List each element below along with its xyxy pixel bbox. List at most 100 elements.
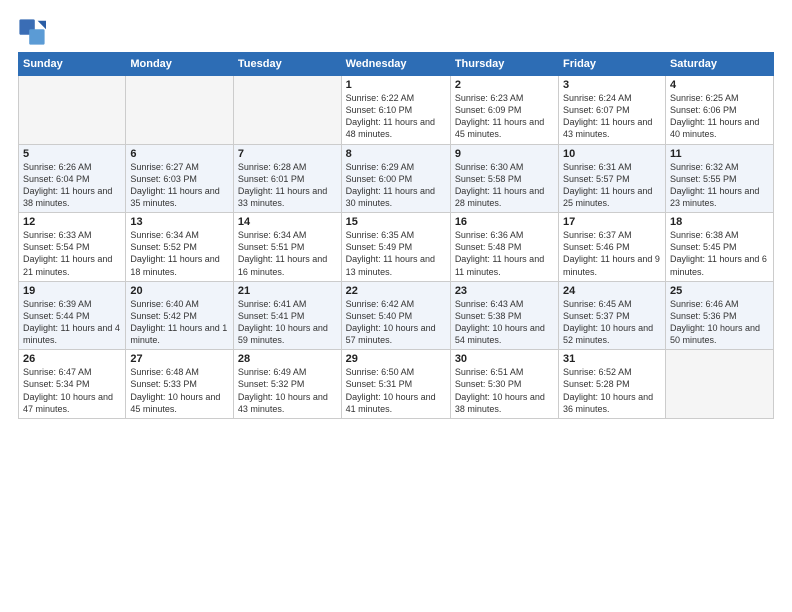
day-number: 22 bbox=[346, 285, 446, 297]
calendar-cell bbox=[665, 350, 773, 419]
calendar-cell: 25 Sunrise: 6:46 AMSunset: 5:36 PMDayligh… bbox=[665, 281, 773, 350]
calendar-cell: 4 Sunrise: 6:25 AMSunset: 6:06 PMDaylight… bbox=[665, 76, 773, 145]
day-number: 14 bbox=[238, 216, 337, 228]
day-number: 10 bbox=[563, 148, 661, 160]
calendar-cell: 23 Sunrise: 6:43 AMSunset: 5:38 PMDayligh… bbox=[450, 281, 558, 350]
calendar-cell: 15 Sunrise: 6:35 AMSunset: 5:49 PMDayligh… bbox=[341, 213, 450, 282]
day-number: 24 bbox=[563, 285, 661, 297]
calendar-cell: 27 Sunrise: 6:48 AMSunset: 5:33 PMDayligh… bbox=[126, 350, 234, 419]
day-info: Sunrise: 6:45 AMSunset: 5:37 PMDaylight:… bbox=[563, 299, 653, 345]
day-number: 18 bbox=[670, 216, 769, 228]
calendar-cell: 17 Sunrise: 6:37 AMSunset: 5:46 PMDayligh… bbox=[559, 213, 666, 282]
calendar-cell: 13 Sunrise: 6:34 AMSunset: 5:52 PMDayligh… bbox=[126, 213, 234, 282]
day-number: 4 bbox=[670, 79, 769, 91]
weekday-header: Friday bbox=[559, 53, 666, 76]
day-number: 6 bbox=[130, 148, 229, 160]
day-info: Sunrise: 6:46 AMSunset: 5:36 PMDaylight:… bbox=[670, 299, 760, 345]
day-number: 15 bbox=[346, 216, 446, 228]
day-number: 5 bbox=[23, 148, 121, 160]
calendar-cell: 21Sunrise: 6:41 AMSunset: 5:41 PMDayligh… bbox=[233, 281, 341, 350]
calendar-cell: 5 Sunrise: 6:26 AMSunset: 6:04 PMDaylight… bbox=[19, 144, 126, 213]
day-info: Sunrise: 6:43 AMSunset: 5:38 PMDaylight:… bbox=[455, 299, 545, 345]
calendar-cell: 22Sunrise: 6:42 AMSunset: 5:40 PMDayligh… bbox=[341, 281, 450, 350]
day-number: 17 bbox=[563, 216, 661, 228]
day-info: Sunrise: 6:24 AMSunset: 6:07 PMDaylight:… bbox=[563, 93, 652, 139]
day-number: 2 bbox=[455, 79, 554, 91]
day-number: 27 bbox=[130, 353, 229, 365]
day-info: Sunrise: 6:31 AMSunset: 5:57 PMDaylight:… bbox=[563, 162, 652, 208]
day-number: 11 bbox=[670, 148, 769, 160]
day-info: Sunrise: 6:23 AMSunset: 6:09 PMDaylight:… bbox=[455, 93, 544, 139]
day-number: 19 bbox=[23, 285, 121, 297]
weekday-header: Wednesday bbox=[341, 53, 450, 76]
day-info: Sunrise: 6:32 AMSunset: 5:55 PMDaylight:… bbox=[670, 162, 759, 208]
day-number: 28 bbox=[238, 353, 337, 365]
day-info: Sunrise: 6:52 AMSunset: 5:28 PMDaylight:… bbox=[563, 367, 653, 413]
day-number: 29 bbox=[346, 353, 446, 365]
calendar-cell: 24 Sunrise: 6:45 AMSunset: 5:37 PMDayligh… bbox=[559, 281, 666, 350]
day-number: 23 bbox=[455, 285, 554, 297]
day-info: Sunrise: 6:30 AMSunset: 5:58 PMDaylight:… bbox=[455, 162, 544, 208]
day-number: 31 bbox=[563, 353, 661, 365]
day-info: Sunrise: 6:25 AMSunset: 6:06 PMDaylight:… bbox=[670, 93, 759, 139]
day-number: 13 bbox=[130, 216, 229, 228]
day-info: Sunrise: 6:34 AMSunset: 5:51 PMDaylight:… bbox=[238, 230, 327, 276]
calendar-cell: 3 Sunrise: 6:24 AMSunset: 6:07 PMDaylight… bbox=[559, 76, 666, 145]
day-info: Sunrise: 6:37 AMSunset: 5:46 PMDaylight:… bbox=[563, 230, 660, 276]
day-info: Sunrise: 6:35 AMSunset: 5:49 PMDaylight:… bbox=[346, 230, 435, 276]
day-info: Sunrise: 6:22 AMSunset: 6:10 PMDaylight:… bbox=[346, 93, 435, 139]
day-info: Sunrise: 6:40 AMSunset: 5:42 PMDaylight:… bbox=[130, 299, 227, 345]
calendar-cell bbox=[19, 76, 126, 145]
calendar-cell: 20 Sunrise: 6:40 AMSunset: 5:42 PMDayligh… bbox=[126, 281, 234, 350]
day-info: Sunrise: 6:48 AMSunset: 5:33 PMDaylight:… bbox=[130, 367, 220, 413]
day-info: Sunrise: 6:27 AMSunset: 6:03 PMDaylight:… bbox=[130, 162, 219, 208]
calendar-cell: 19 Sunrise: 6:39 AMSunset: 5:44 PMDayligh… bbox=[19, 281, 126, 350]
calendar-cell: 10 Sunrise: 6:31 AMSunset: 5:57 PMDayligh… bbox=[559, 144, 666, 213]
calendar-cell: 11 Sunrise: 6:32 AMSunset: 5:55 PMDayligh… bbox=[665, 144, 773, 213]
logo-icon bbox=[18, 18, 46, 46]
calendar-cell: 28 Sunrise: 6:49 AMSunset: 5:32 PMDayligh… bbox=[233, 350, 341, 419]
day-number: 20 bbox=[130, 285, 229, 297]
calendar-cell: 16Sunrise: 6:36 AMSunset: 5:48 PMDayligh… bbox=[450, 213, 558, 282]
logo bbox=[18, 18, 48, 46]
day-info: Sunrise: 6:51 AMSunset: 5:30 PMDaylight:… bbox=[455, 367, 545, 413]
calendar-cell: 14 Sunrise: 6:34 AMSunset: 5:51 PMDayligh… bbox=[233, 213, 341, 282]
day-info: Sunrise: 6:47 AMSunset: 5:34 PMDaylight:… bbox=[23, 367, 113, 413]
day-number: 21 bbox=[238, 285, 337, 297]
day-number: 9 bbox=[455, 148, 554, 160]
day-number: 16 bbox=[455, 216, 554, 228]
day-number: 1 bbox=[346, 79, 446, 91]
weekday-header: Sunday bbox=[19, 53, 126, 76]
day-number: 25 bbox=[670, 285, 769, 297]
day-info: Sunrise: 6:28 AMSunset: 6:01 PMDaylight:… bbox=[238, 162, 327, 208]
calendar-cell: 30 Sunrise: 6:51 AMSunset: 5:30 PMDayligh… bbox=[450, 350, 558, 419]
day-info: Sunrise: 6:49 AMSunset: 5:32 PMDaylight:… bbox=[238, 367, 328, 413]
day-info: Sunrise: 6:34 AMSunset: 5:52 PMDaylight:… bbox=[130, 230, 219, 276]
weekday-header: Tuesday bbox=[233, 53, 341, 76]
calendar-cell: 18 Sunrise: 6:38 AMSunset: 5:45 PMDayligh… bbox=[665, 213, 773, 282]
calendar-cell: 8Sunrise: 6:29 AMSunset: 6:00 PMDaylight… bbox=[341, 144, 450, 213]
day-number: 7 bbox=[238, 148, 337, 160]
calendar-cell: 12 Sunrise: 6:33 AMSunset: 5:54 PMDayligh… bbox=[19, 213, 126, 282]
calendar-cell: 26 Sunrise: 6:47 AMSunset: 5:34 PMDayligh… bbox=[19, 350, 126, 419]
day-number: 3 bbox=[563, 79, 661, 91]
day-number: 12 bbox=[23, 216, 121, 228]
calendar-cell: 29Sunrise: 6:50 AMSunset: 5:31 PMDayligh… bbox=[341, 350, 450, 419]
calendar-cell: 9 Sunrise: 6:30 AMSunset: 5:58 PMDaylight… bbox=[450, 144, 558, 213]
day-info: Sunrise: 6:29 AMSunset: 6:00 PMDaylight:… bbox=[346, 162, 435, 208]
calendar-cell: 2 Sunrise: 6:23 AMSunset: 6:09 PMDaylight… bbox=[450, 76, 558, 145]
weekday-header: Monday bbox=[126, 53, 234, 76]
calendar-cell: 31 Sunrise: 6:52 AMSunset: 5:28 PMDayligh… bbox=[559, 350, 666, 419]
day-number: 30 bbox=[455, 353, 554, 365]
weekday-header: Saturday bbox=[665, 53, 773, 76]
calendar-table: SundayMondayTuesdayWednesdayThursdayFrid… bbox=[18, 52, 774, 419]
day-info: Sunrise: 6:38 AMSunset: 5:45 PMDaylight:… bbox=[670, 230, 767, 276]
calendar-cell: 6 Sunrise: 6:27 AMSunset: 6:03 PMDaylight… bbox=[126, 144, 234, 213]
calendar-cell bbox=[126, 76, 234, 145]
weekday-header: Thursday bbox=[450, 53, 558, 76]
day-info: Sunrise: 6:33 AMSunset: 5:54 PMDaylight:… bbox=[23, 230, 112, 276]
calendar-cell: 7 Sunrise: 6:28 AMSunset: 6:01 PMDaylight… bbox=[233, 144, 341, 213]
day-info: Sunrise: 6:39 AMSunset: 5:44 PMDaylight:… bbox=[23, 299, 120, 345]
day-number: 26 bbox=[23, 353, 121, 365]
day-info: Sunrise: 6:26 AMSunset: 6:04 PMDaylight:… bbox=[23, 162, 112, 208]
